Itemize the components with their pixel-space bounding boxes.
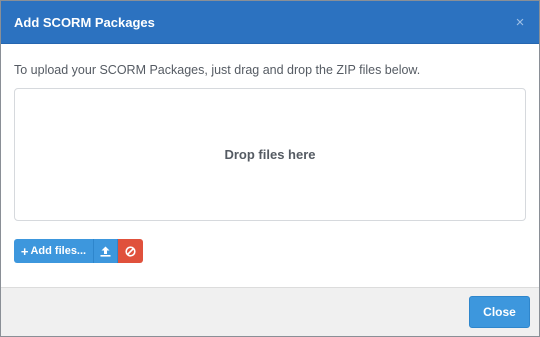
upload-button-group: + Add files... — [14, 239, 526, 263]
start-upload-button[interactable] — [94, 239, 118, 263]
dialog-body: To upload your SCORM Packages, just drag… — [1, 44, 539, 263]
dialog-title: Add SCORM Packages — [14, 14, 155, 30]
plus-icon: + — [20, 243, 29, 259]
dialog-header: Add SCORM Packages × — [1, 1, 539, 44]
close-button[interactable]: Close — [469, 296, 530, 328]
add-files-button[interactable]: + Add files... — [14, 239, 94, 263]
cancel-upload-button[interactable] — [118, 239, 143, 263]
cancel-icon — [125, 245, 136, 257]
close-icon[interactable]: × — [513, 15, 527, 30]
add-files-label: Add files... — [30, 245, 87, 257]
add-scorm-dialog: Add SCORM Packages × To upload your SCOR… — [0, 0, 540, 337]
dialog-footer: Close — [1, 287, 539, 336]
dropzone-label: Drop files here — [224, 147, 316, 162]
upload-icon — [100, 246, 111, 257]
file-dropzone[interactable]: Drop files here — [14, 88, 526, 221]
instructions-text: To upload your SCORM Packages, just drag… — [14, 63, 421, 77]
